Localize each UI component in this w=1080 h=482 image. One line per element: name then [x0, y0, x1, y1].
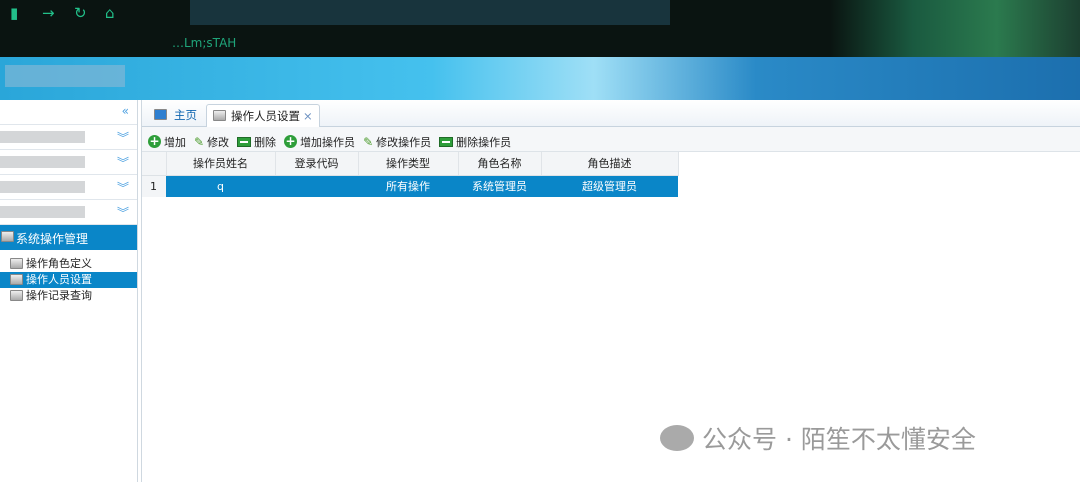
forward-icon[interactable]: →: [42, 4, 55, 22]
page-icon: [10, 258, 23, 269]
header-decoration: [830, 0, 1080, 57]
minus-icon: [439, 136, 454, 147]
add-button[interactable]: + 增加: [148, 132, 186, 151]
pencil-icon: ✎: [194, 134, 205, 149]
edit-button[interactable]: ✎ 修改: [194, 132, 229, 151]
operator-table: 操作员姓名 登录代码 操作类型 角色名称 角色描述 1 q 所有操作 系统管理员…: [142, 152, 679, 197]
chevron-down-icon: ︾: [116, 131, 129, 145]
chevron-down-icon: ︾: [116, 156, 129, 170]
home-icon[interactable]: ⌂: [105, 4, 115, 22]
brand-text: …Lm;sTAH: [172, 36, 237, 50]
tab-bar: 主页 操作人员设置 ×: [142, 100, 1080, 127]
delete-operator-button[interactable]: 删除操作员: [439, 132, 511, 151]
toolbar: + 增加 ✎ 修改 删除 + 增加操作员 ✎ 修改操作员 删除操作员: [142, 127, 1080, 152]
sidebar-collapse[interactable]: «: [0, 100, 137, 125]
minus-icon: [237, 136, 252, 147]
close-icon[interactable]: ×: [303, 109, 313, 123]
table-row[interactable]: 1 q 所有操作 系统管理员 超级管理员: [142, 175, 678, 197]
pencil-icon: ✎: [363, 134, 374, 149]
back-icon[interactable]: ▮: [10, 4, 18, 22]
sidebar-group[interactable]: ︾: [0, 175, 137, 200]
collapse-icon[interactable]: «: [122, 104, 129, 118]
col-type[interactable]: 操作类型: [358, 152, 459, 176]
app-banner: [0, 57, 1080, 100]
plus-icon: +: [148, 134, 161, 148]
chevron-down-icon: ︾: [116, 206, 129, 220]
col-role[interactable]: 角色名称: [458, 152, 542, 176]
add-operator-button[interactable]: + 增加操作员: [284, 132, 355, 151]
folder-icon: [1, 231, 14, 242]
sidebar: « ︾ ︾ ︾ ︾ 系统操作管理 操作角色定义 操作人员设置 操作记录查询: [0, 100, 138, 482]
edit-operator-button[interactable]: ✎ 修改操作员: [363, 132, 431, 151]
tab-home[interactable]: 主页: [150, 104, 203, 127]
monitor-icon: [154, 109, 167, 120]
col-name[interactable]: 操作员姓名: [166, 152, 276, 176]
col-login[interactable]: 登录代码: [275, 152, 359, 176]
address-bar[interactable]: [190, 0, 670, 25]
row-number: 1: [142, 175, 166, 197]
page-icon: [10, 274, 23, 285]
chevron-down-icon: ︾: [116, 181, 129, 195]
sidebar-item-role[interactable]: 操作角色定义: [0, 256, 137, 272]
page-icon: [10, 290, 23, 301]
sidebar-group-system[interactable]: 系统操作管理: [0, 225, 137, 250]
page-icon: [213, 110, 226, 121]
sidebar-item-log[interactable]: 操作记录查询: [0, 288, 137, 304]
delete-button[interactable]: 删除: [237, 132, 276, 151]
plus-icon: +: [284, 134, 298, 148]
refresh-icon[interactable]: ↻: [74, 4, 87, 22]
app-logo: [5, 65, 125, 87]
tab-operator-settings[interactable]: 操作人员设置 ×: [206, 104, 320, 127]
wechat-icon: [660, 425, 694, 451]
sidebar-group[interactable]: ︾: [0, 150, 137, 175]
browser-bar: ▮ → ↻ ⌂ …Lm;sTAH: [0, 0, 1080, 57]
table-header: 操作员姓名 登录代码 操作类型 角色名称 角色描述: [142, 152, 679, 176]
sidebar-item-operator[interactable]: 操作人员设置: [0, 272, 137, 288]
sidebar-group[interactable]: ︾: [0, 200, 137, 225]
sidebar-group[interactable]: ︾: [0, 125, 137, 150]
col-desc[interactable]: 角色描述: [541, 152, 679, 176]
watermark: 公众号 · 陌笙不太懂安全: [660, 420, 976, 456]
